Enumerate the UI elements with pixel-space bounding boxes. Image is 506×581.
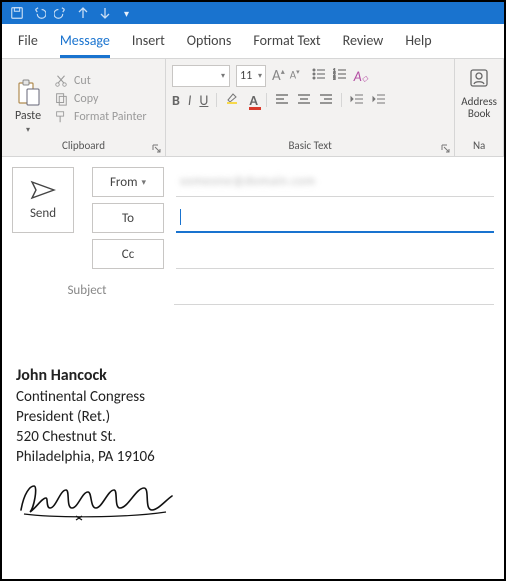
tab-file[interactable]: File — [18, 32, 38, 58]
clipboard-group-label: Clipboard — [8, 139, 159, 154]
up-arrow-icon[interactable] — [76, 6, 90, 20]
message-body[interactable]: John Hancock Continental Congress Presid… — [2, 305, 504, 542]
bold-button[interactable]: B — [172, 92, 180, 109]
from-label: From — [110, 175, 138, 190]
undo-icon[interactable] — [32, 6, 46, 20]
to-field[interactable] — [176, 203, 494, 233]
cut-label: Cut — [74, 74, 91, 88]
grow-font-icon[interactable]: A▴ — [272, 67, 285, 85]
signature-line: 520 Chestnut St. — [16, 427, 490, 447]
italic-button[interactable]: I — [188, 92, 192, 109]
tab-insert[interactable]: Insert — [132, 32, 165, 58]
signature-line: President (Ret.) — [16, 407, 490, 427]
signature-image — [16, 478, 176, 528]
underline-button[interactable]: U — [199, 92, 208, 109]
group-clipboard: Paste ▾ Cut Copy Format Painter Clipboar… — [2, 59, 166, 156]
numbering-icon[interactable]: 123 — [333, 68, 347, 84]
tab-review[interactable]: Review — [343, 32, 384, 58]
clear-formatting-icon[interactable]: A◇ — [354, 68, 368, 85]
font-size-value: 11 — [240, 69, 252, 83]
format-painter-label: Format Painter — [74, 110, 147, 124]
copy-button[interactable]: Copy — [54, 92, 147, 106]
decrease-indent-icon[interactable] — [350, 92, 364, 109]
tab-options[interactable]: Options — [187, 32, 232, 58]
text-cursor — [180, 209, 181, 225]
format-painter-button[interactable]: Format Painter — [54, 110, 147, 124]
send-label: Send — [30, 206, 56, 221]
group-basic-text: ▾ 11 ▾ A▴ A▾ 123 A◇ B I — [166, 59, 455, 156]
basic-text-group-label: Basic Text — [172, 139, 448, 154]
tab-help[interactable]: Help — [405, 32, 431, 58]
chevron-down-icon: ▾ — [142, 177, 147, 188]
shrink-font-icon[interactable]: A▾ — [290, 67, 300, 85]
paste-button[interactable]: Paste ▾ — [8, 63, 48, 135]
address-book-icon[interactable] — [468, 67, 490, 93]
paste-label: Paste — [15, 109, 41, 123]
redo-icon[interactable] — [54, 6, 68, 20]
cut-button[interactable]: Cut — [54, 74, 147, 88]
subject-field[interactable] — [174, 275, 494, 305]
bullets-icon[interactable] — [312, 68, 326, 84]
increase-indent-icon[interactable] — [372, 92, 386, 109]
from-button[interactable]: From ▾ — [92, 167, 164, 197]
subject-label: Subject — [12, 283, 162, 298]
highlight-icon[interactable] — [225, 91, 241, 109]
chevron-down-icon: ▾ — [258, 71, 262, 81]
align-right-icon[interactable] — [319, 92, 333, 109]
cc-button[interactable]: Cc — [92, 239, 164, 269]
address-book-label: Address Book — [461, 96, 497, 120]
font-name-combo[interactable]: ▾ — [172, 65, 230, 87]
copy-label: Copy — [74, 92, 98, 106]
down-arrow-icon[interactable] — [98, 6, 112, 20]
tab-format-text[interactable]: Format Text — [253, 32, 320, 58]
group-names: Address Book Na — [455, 59, 504, 156]
clipboard-dialog-launcher-icon[interactable] — [152, 143, 162, 153]
cc-field[interactable] — [176, 239, 494, 269]
signature-line: Philadelphia, PA 19106 — [16, 447, 490, 467]
send-button[interactable]: Send — [12, 167, 74, 233]
ribbon-tabs: File Message Insert Options Format Text … — [2, 24, 504, 59]
chevron-down-icon: ▾ — [221, 71, 225, 81]
qat-customize-icon[interactable]: ▾ — [124, 7, 129, 20]
ribbon: Paste ▾ Cut Copy Format Painter Clipboar… — [2, 59, 504, 157]
svg-text:3: 3 — [333, 76, 336, 80]
names-group-label: Na — [473, 139, 485, 154]
basic-text-dialog-launcher-icon[interactable] — [441, 143, 451, 153]
font-color-icon[interactable]: A — [249, 92, 257, 109]
align-center-icon[interactable] — [297, 92, 311, 109]
paste-icon — [15, 79, 41, 107]
font-size-combo[interactable]: 11 ▾ — [236, 65, 266, 87]
to-label: To — [122, 211, 134, 226]
from-field[interactable]: someone@domain.com — [176, 167, 494, 197]
tab-message[interactable]: Message — [60, 32, 110, 58]
signature-line: Continental Congress — [16, 387, 490, 407]
align-left-icon[interactable] — [275, 92, 289, 109]
from-value: someone@domain.com — [180, 174, 316, 189]
compose-header: Send From ▾ someone@domain.com To — [2, 157, 504, 305]
quick-access-toolbar: ▾ — [2, 2, 504, 24]
signature-name: John Hancock — [16, 365, 490, 387]
save-icon[interactable] — [10, 6, 24, 20]
to-button[interactable]: To — [92, 203, 164, 233]
chevron-down-icon[interactable]: ▾ — [26, 125, 30, 135]
cc-label: Cc — [122, 247, 134, 262]
